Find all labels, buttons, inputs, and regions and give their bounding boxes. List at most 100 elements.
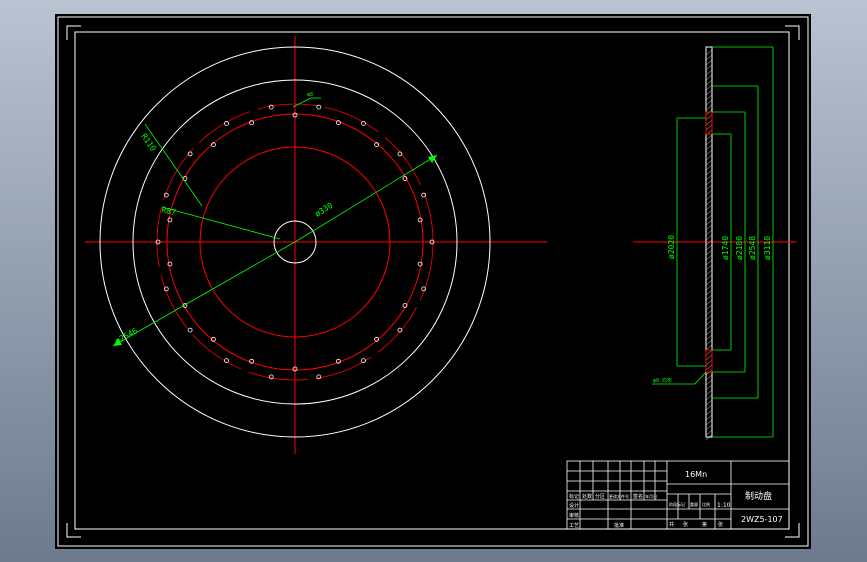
hatch-line <box>705 204 713 211</box>
hatch-line <box>705 234 713 241</box>
part-name-label: 制动盘 <box>745 490 772 502</box>
sheet-inner-border <box>74 31 790 530</box>
hatch-line <box>705 119 713 126</box>
hatch-line <box>705 64 713 71</box>
hatch-line <box>705 289 713 296</box>
hatch-line <box>705 284 713 291</box>
d2548-label: ø2548 <box>748 236 757 260</box>
hatch-line <box>705 144 713 151</box>
hatch-line <box>705 214 713 221</box>
bolt-hole <box>316 104 322 110</box>
hatch-line <box>705 79 713 86</box>
hatch-line <box>705 219 713 226</box>
hatch-line <box>705 59 713 66</box>
sheet-number: 第 <box>702 521 707 528</box>
hatch-line <box>705 174 713 181</box>
stage-mark-header: 阶段标记 <box>669 501 685 507</box>
title-block-text: 16Mn 制动盘 2WZ5-107 1:10 标记 处数 分区 更改文件号 签名… <box>569 470 783 529</box>
d2020-label: ø2020 <box>667 235 676 259</box>
hatch-line <box>705 54 713 61</box>
ratio-header: 比例 <box>702 501 710 507</box>
drawing-canvas: R110 R87 ø330 ø2546 φ8 ø2020 ø1740 ø2180… <box>57 16 809 547</box>
hatch-line <box>705 229 713 236</box>
hatch-line <box>705 154 713 161</box>
hatch-line <box>705 334 713 341</box>
hatch-line <box>705 424 713 431</box>
hatch-line <box>705 164 713 171</box>
hatch-line <box>705 279 713 286</box>
hatch-line <box>705 189 713 196</box>
header-change-doc: 更改文件号 <box>609 493 629 499</box>
hatch-line <box>705 104 713 111</box>
hatch-line <box>705 134 713 141</box>
front-view: R110 R87 ø330 ø2546 φ8 <box>85 36 547 454</box>
hatch-line <box>705 194 713 201</box>
side-note-label: φ8 均布 <box>653 377 672 384</box>
hatch-line <box>705 394 713 401</box>
hatch-line <box>705 389 713 396</box>
hatch-line <box>705 429 713 436</box>
cad-viewport[interactable]: R110 R87 ø330 ø2546 φ8 ø2020 ø1740 ø2180… <box>55 14 811 549</box>
sheet-unit: 张 <box>683 521 688 528</box>
hatch-line <box>705 354 713 361</box>
hatch-line <box>705 114 713 121</box>
sheet-unit-2: 张 <box>718 521 723 528</box>
hatch-line <box>705 149 713 156</box>
hatch-line <box>705 169 713 176</box>
header-sign: 签名 <box>633 493 643 500</box>
hatch-line <box>705 294 713 301</box>
hatch-line <box>705 299 713 306</box>
hatch-line <box>705 264 713 271</box>
r87-leader <box>161 206 281 240</box>
bolt-hole <box>187 327 193 333</box>
corner-mark <box>785 25 800 40</box>
hatch-line <box>705 184 713 191</box>
hatch-line <box>705 384 713 391</box>
weight-header: 重量 <box>690 501 698 507</box>
hatch-line <box>705 399 713 406</box>
hole-note-label: φ8 <box>307 92 313 98</box>
hatch-line <box>705 94 713 101</box>
corner-mark <box>66 25 81 40</box>
hatch-line <box>705 74 713 81</box>
hatch-line <box>705 124 713 131</box>
corner-mark <box>66 523 81 538</box>
hatch-line <box>705 414 713 421</box>
drawing-number-label: 2WZ5-107 <box>741 515 783 524</box>
hatch-line <box>705 99 713 106</box>
row-approve: 批准 <box>614 522 624 529</box>
hatch-line <box>705 344 713 351</box>
hatch-line <box>705 179 713 186</box>
hatch-line <box>705 84 713 91</box>
row-design: 设计 <box>569 502 579 509</box>
hatch-line <box>705 349 713 356</box>
hatch-line <box>705 274 713 281</box>
hatch-line <box>705 419 713 426</box>
d3110-label: ø3110 <box>763 236 772 260</box>
d2180-label: ø2180 <box>735 236 744 260</box>
hatch-line <box>705 259 713 266</box>
hatch-line <box>705 329 713 336</box>
sheet-total: 共 <box>669 521 674 528</box>
scale-label: 1:10 <box>717 502 731 509</box>
hatch-line <box>705 199 713 206</box>
section-hatch <box>705 49 713 441</box>
hatch-line <box>705 339 713 346</box>
hatch-line <box>705 319 713 326</box>
hatch-line <box>705 379 713 386</box>
hole-note-leader <box>292 97 312 108</box>
header-date: 年月日 <box>645 493 657 499</box>
hatch-line <box>705 404 713 411</box>
hatch-line <box>705 159 713 166</box>
header-zone: 分区 <box>595 493 605 500</box>
hatch-line <box>705 309 713 316</box>
r110-label: R110 <box>139 132 158 153</box>
row-review: 审核 <box>569 512 579 519</box>
hatch-line <box>705 364 713 371</box>
hatch-line <box>705 269 713 276</box>
hatch-line <box>705 359 713 366</box>
hatch-line <box>705 374 713 381</box>
corner-mark <box>785 523 800 538</box>
header-count: 处数 <box>582 493 592 500</box>
r110-leader <box>144 123 203 207</box>
